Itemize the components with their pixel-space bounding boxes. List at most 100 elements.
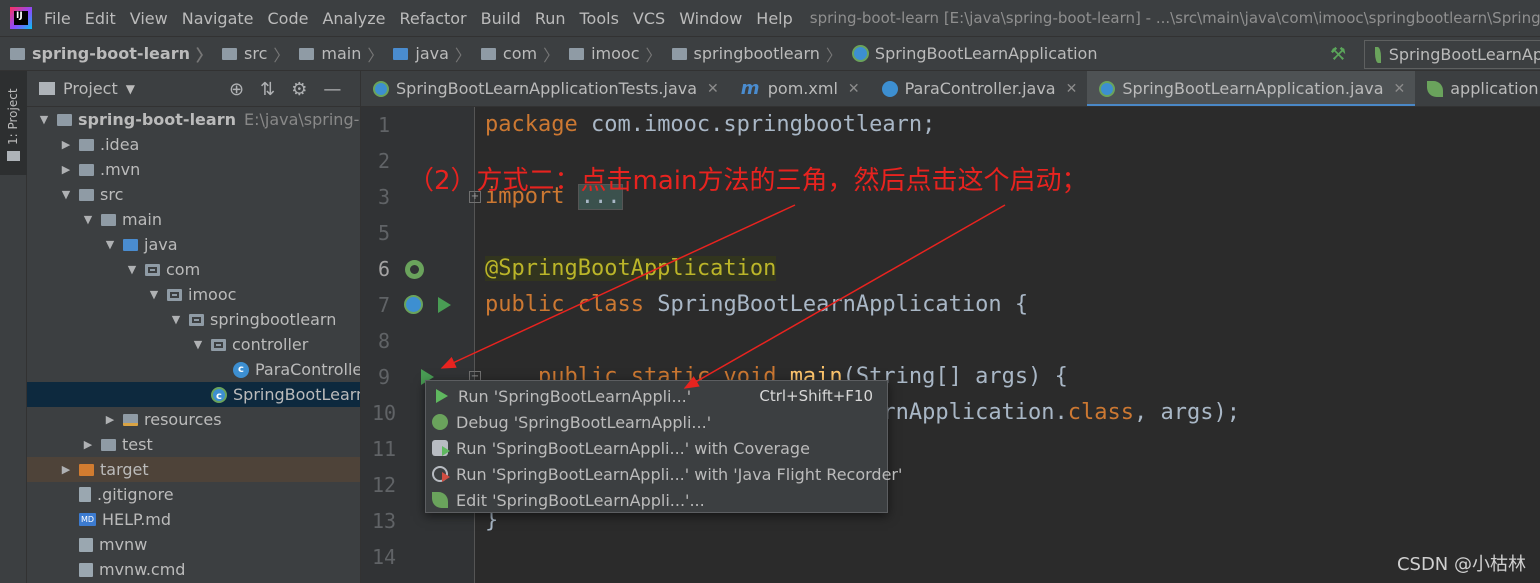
chevron-down-icon[interactable]: ▼	[103, 238, 117, 251]
menu-vcs[interactable]: VCS	[626, 9, 672, 28]
breadcrumb-imooc[interactable]: imooc 〉	[559, 42, 662, 66]
tree-item[interactable]: ▶ target	[27, 457, 360, 482]
tree-item[interactable]: ▼ imooc	[27, 282, 360, 307]
menu-help[interactable]: Help	[749, 9, 799, 28]
tree-item[interactable]: ▶ .mvn	[27, 157, 360, 182]
build-hammer-icon[interactable]: ⚒	[1330, 44, 1346, 65]
project-tab-label: 1: Project	[6, 88, 20, 145]
spring-bean-gutter-icon[interactable]	[405, 260, 424, 279]
tree-item[interactable]: ▼ spring-boot-learn E:\java\spring-boot-	[27, 107, 360, 132]
line-number: 1	[377, 113, 391, 137]
tree-item-label: spring-boot-learn	[78, 110, 236, 129]
menu-window[interactable]: Window	[672, 9, 749, 28]
tree-item-label: resources	[144, 410, 222, 429]
menu-analyze[interactable]: Analyze	[315, 9, 392, 28]
breadcrumb-main[interactable]: main 〉	[289, 42, 383, 66]
folder-icon	[79, 188, 94, 201]
breadcrumb-project[interactable]: spring-boot-learn 〉	[0, 42, 212, 66]
script-icon	[79, 537, 93, 552]
project-panel-title[interactable]: Project	[63, 79, 118, 98]
close-icon[interactable]: ✕	[848, 81, 860, 97]
menu-file[interactable]: File	[44, 9, 78, 28]
close-icon[interactable]: ✕	[707, 81, 719, 97]
chevron-right-icon[interactable]: ▶	[103, 413, 117, 426]
line-number: 6	[377, 257, 391, 281]
tree-item[interactable]: ▼ main	[27, 207, 360, 232]
tree-item[interactable]: ▼ com	[27, 257, 360, 282]
menu-view[interactable]: View	[123, 9, 175, 28]
tree-item[interactable]: ▼ src	[27, 182, 360, 207]
editor-tab[interactable]: application.properties✕	[1415, 71, 1540, 106]
package-icon	[671, 47, 687, 60]
close-icon[interactable]: ✕	[1066, 81, 1078, 97]
tree-item-label: src	[100, 185, 124, 204]
breadcrumb-com[interactable]: com 〉	[471, 42, 559, 66]
tree-item[interactable]: mvnw.cmd	[27, 557, 360, 582]
editor-tab[interactable]: ParaController.java ✕	[870, 71, 1088, 106]
tree-item[interactable]: ▶ .idea	[27, 132, 360, 157]
line-number: 11	[371, 437, 397, 461]
spring-class-icon: c	[211, 386, 227, 403]
menu-item-edit-configuration[interactable]: Edit 'SpringBootLearnAppli...'...	[426, 487, 887, 513]
chevron-right-icon: 〉	[543, 45, 560, 65]
chevron-right-icon[interactable]: ▶	[81, 438, 95, 451]
tree-item[interactable]: ▼ springbootlearn	[27, 307, 360, 332]
folder-icon	[79, 163, 94, 176]
breadcrumb-class[interactable]: SpringBootLearnApplication	[842, 44, 1097, 63]
editor-tab[interactable]: m pom.xml ✕	[729, 71, 870, 106]
editor-tab[interactable]: SpringBootLearnApplicationTests.java ✕	[361, 71, 729, 106]
tree-item[interactable]: c ParaController	[27, 357, 360, 382]
chevron-down-icon[interactable]: ▼	[191, 338, 205, 351]
chevron-right-icon[interactable]: ▶	[59, 463, 73, 476]
tree-item[interactable]: .gitignore	[27, 482, 360, 507]
menu-edit[interactable]: Edit	[78, 9, 123, 28]
tree-item[interactable]: mvnw	[27, 532, 360, 557]
spring-class-gutter-icon[interactable]	[404, 295, 423, 314]
close-icon[interactable]: ✕	[1394, 81, 1406, 97]
chevron-down-icon[interactable]: ▼	[126, 82, 135, 96]
gear-icon[interactable]: ⚙	[291, 79, 307, 100]
menu-run[interactable]: Run	[528, 9, 573, 28]
chevron-right-icon[interactable]: ▶	[59, 138, 73, 151]
tree-item[interactable]: ▼ java	[27, 232, 360, 257]
breadcrumb-springbootlearn[interactable]: springbootlearn 〉	[662, 42, 842, 66]
chevron-down-icon[interactable]: ▼	[147, 288, 161, 301]
chevron-down-icon[interactable]: ▼	[125, 263, 139, 276]
project-path: E:\java\spring-boot-	[243, 110, 360, 129]
chevron-down-icon[interactable]: ▼	[37, 113, 51, 126]
menu-item-debug[interactable]: Debug 'SpringBootLearnAppli...'	[426, 409, 887, 435]
menu-navigate[interactable]: Navigate	[175, 9, 261, 28]
menu-item-run[interactable]: Run 'SpringBootLearnAppli...' Ctrl+Shift…	[426, 383, 887, 409]
menu-code[interactable]: Code	[261, 9, 316, 28]
tree-item[interactable]: MD HELP.md	[27, 507, 360, 532]
chevron-down-icon[interactable]: ▼	[59, 188, 73, 201]
annotation-text: （2）方式二：点击main方法的三角，然后点击这个启动；	[408, 166, 1088, 196]
code-line-7: public class SpringBootLearnApplication …	[485, 292, 1029, 317]
run-class-gutter-icon[interactable]	[438, 297, 451, 313]
tree-item[interactable]: ▶ test	[27, 432, 360, 457]
menu-tools[interactable]: Tools	[573, 9, 626, 28]
tree-item[interactable]: c SpringBootLearnA	[27, 382, 360, 407]
editor-tab[interactable]: SpringBootLearnApplication.java ✕	[1087, 71, 1416, 106]
menu-refactor[interactable]: Refactor	[393, 9, 474, 28]
locate-target-icon[interactable]: ⊕	[229, 79, 244, 100]
chevron-right-icon[interactable]: ▶	[59, 163, 73, 176]
menu-item-run-with-flight-recorder[interactable]: Run 'SpringBootLearnAppli...' with 'Java…	[426, 461, 902, 487]
collapse-all-icon[interactable]: ⇅	[260, 79, 275, 100]
menu-build[interactable]: Build	[474, 9, 528, 28]
tree-item-label: .mvn	[100, 160, 141, 179]
tree-item[interactable]: ▶ resources	[27, 407, 360, 432]
menu-item-run-with-coverage[interactable]: Run 'SpringBootLearnAppli...' with Cover…	[426, 435, 887, 461]
tab-label: ParaController.java	[904, 79, 1056, 98]
breadcrumb-java[interactable]: java 〉	[383, 42, 471, 66]
breadcrumb-src[interactable]: src 〉	[212, 42, 289, 66]
run-configuration-selector[interactable]: SpringBootLearnAp	[1364, 40, 1540, 69]
minimize-icon[interactable]: —	[323, 79, 341, 100]
chevron-down-icon[interactable]: ▼	[81, 213, 95, 226]
breadcrumb: spring-boot-learn 〉 src 〉 main 〉 java 〉 com 〉…	[0, 36, 1540, 71]
line-number: 8	[377, 329, 391, 353]
project-tool-window-tab[interactable]: 1: Project	[0, 71, 27, 175]
chevron-down-icon[interactable]: ▼	[169, 313, 183, 326]
chevron-right-icon: 〉	[645, 45, 662, 65]
tree-item[interactable]: ▼ controller	[27, 332, 360, 357]
